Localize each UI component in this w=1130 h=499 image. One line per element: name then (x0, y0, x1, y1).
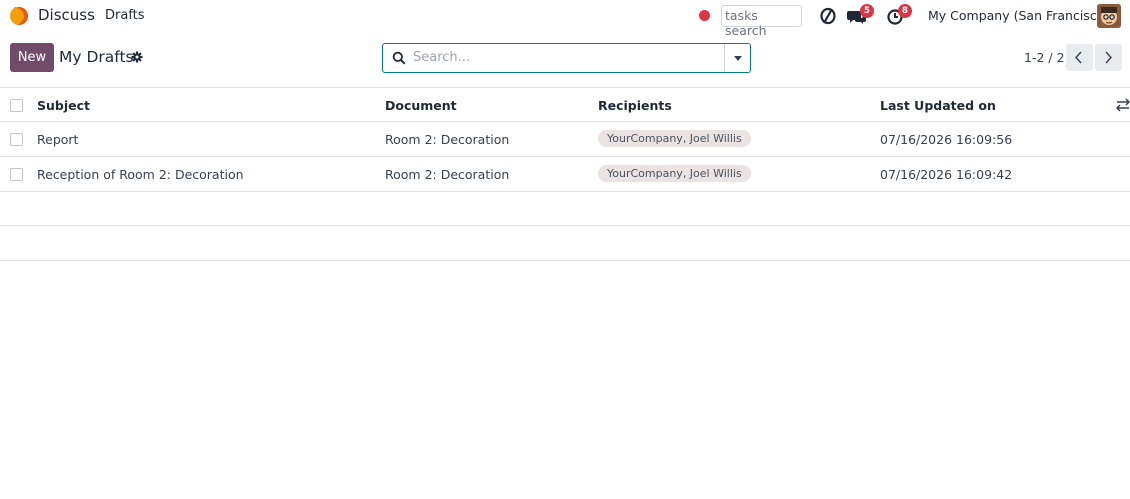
company-switcher[interactable]: My Company (San Francisco) (928, 8, 1109, 23)
cell-document: Room 2: Decoration (385, 132, 510, 147)
cell-subject: Reception of Room 2: Decoration (37, 167, 244, 182)
search-bar[interactable]: Search... (382, 43, 751, 73)
column-header-document[interactable]: Document (385, 98, 457, 113)
cell-last-updated: 07/16/2026 16:09:42 (880, 167, 1013, 182)
row-checkbox[interactable] (10, 133, 23, 146)
row-checkbox[interactable] (10, 168, 23, 181)
chevron-right-icon (1105, 51, 1112, 64)
table-row[interactable]: Reception of Room 2: Decoration Room 2: … (0, 157, 1130, 192)
empty-row (0, 192, 1130, 226)
caret-down-icon (734, 56, 742, 61)
table-header: Subject Document Recipients Last Updated… (0, 87, 1130, 122)
record-dot-icon[interactable] (699, 10, 710, 21)
pager-next-button[interactable] (1095, 44, 1122, 71)
gear-icon[interactable] (131, 51, 143, 63)
search-options-toggle[interactable] (724, 44, 750, 72)
column-options-icon[interactable] (1116, 98, 1130, 112)
column-header-subject[interactable]: Subject (37, 98, 90, 113)
select-all-checkbox[interactable] (10, 99, 23, 112)
page-title: My Drafts (59, 48, 134, 66)
empty-row (0, 226, 1130, 261)
cell-document: Room 2: Decoration (385, 167, 510, 182)
chevron-left-icon (1075, 51, 1082, 64)
messages-badge: 5 (860, 4, 874, 18)
recipients-tag: YourCompany, Joel Willis (598, 165, 751, 182)
search-icon (392, 51, 406, 65)
cell-last-updated: 07/16/2026 16:09:56 (880, 132, 1013, 147)
column-header-last-updated[interactable]: Last Updated on (880, 98, 996, 113)
app-name[interactable]: Discuss (38, 6, 95, 24)
cell-subject: Report (37, 132, 79, 147)
tasks-search-field[interactable]: tasks search (721, 5, 802, 38)
new-button[interactable]: New (10, 43, 54, 72)
table-row[interactable]: Report Room 2: Decoration YourCompany, J… (0, 122, 1130, 157)
discuss-logo-icon[interactable] (9, 6, 29, 26)
recipients-tag: YourCompany, Joel Willis (598, 130, 751, 147)
top-navbar: Discuss Drafts tasks search 5 8 My Compa… (0, 0, 1130, 38)
search-input[interactable]: Search... (413, 50, 470, 65)
user-avatar[interactable] (1097, 4, 1121, 28)
debug-icon[interactable] (818, 6, 838, 26)
menu-item-drafts[interactable]: Drafts (105, 8, 145, 23)
pager-previous-button[interactable] (1066, 44, 1093, 71)
activity-badge: 8 (898, 4, 912, 18)
column-header-recipients[interactable]: Recipients (598, 98, 672, 113)
pager-value[interactable]: 1-2 / 2 (1024, 50, 1065, 65)
